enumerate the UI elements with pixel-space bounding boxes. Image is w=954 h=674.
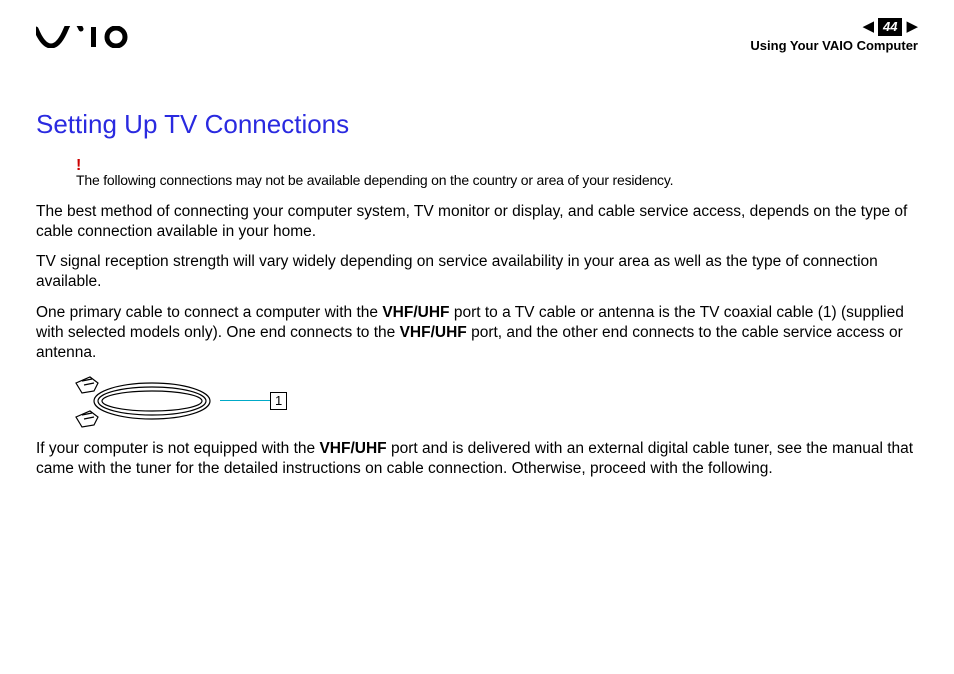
- body-paragraph-2: TV signal reception strength will vary w…: [36, 252, 918, 292]
- page-root: ◀ 44 ▶ Using Your VAIO Computer Setting …: [0, 0, 954, 674]
- para3-part-a: One primary cable to connect a computer …: [36, 304, 382, 321]
- page-nav-controls: ◀ 44 ▶: [750, 18, 918, 36]
- header-nav: ◀ 44 ▶ Using Your VAIO Computer: [750, 18, 918, 53]
- body-paragraph-4: If your computer is not equipped with th…: [36, 439, 918, 479]
- vaio-logo: [36, 26, 148, 53]
- page-content: Setting Up TV Connections ! The followin…: [36, 109, 918, 479]
- page-header: ◀ 44 ▶ Using Your VAIO Computer: [36, 18, 918, 53]
- page-number: 44: [878, 18, 902, 36]
- page-heading: Setting Up TV Connections: [36, 109, 918, 140]
- figure-callout-1: 1: [270, 392, 287, 410]
- para4-bold-1: VHF/UHF: [319, 440, 386, 457]
- para3-bold-1: VHF/UHF: [382, 304, 449, 321]
- body-paragraph-1: The best method of connecting your compu…: [36, 202, 918, 242]
- vaio-logo-svg: [36, 26, 148, 48]
- cable-figure: 1: [72, 373, 918, 429]
- para4-part-a: If your computer is not equipped with th…: [36, 440, 319, 457]
- para3-bold-2: VHF/UHF: [400, 324, 467, 341]
- next-page-arrow-icon[interactable]: ▶: [906, 19, 918, 34]
- coax-cable-icon: [72, 373, 222, 429]
- body-paragraph-3: One primary cable to connect a computer …: [36, 303, 918, 363]
- section-title: Using Your VAIO Computer: [750, 38, 918, 53]
- callout-leader-line: [220, 400, 270, 401]
- alert-note: ! The following connections may not be a…: [76, 158, 918, 190]
- prev-page-arrow-icon[interactable]: ◀: [862, 19, 874, 34]
- alert-text: The following connections may not be ava…: [76, 172, 673, 188]
